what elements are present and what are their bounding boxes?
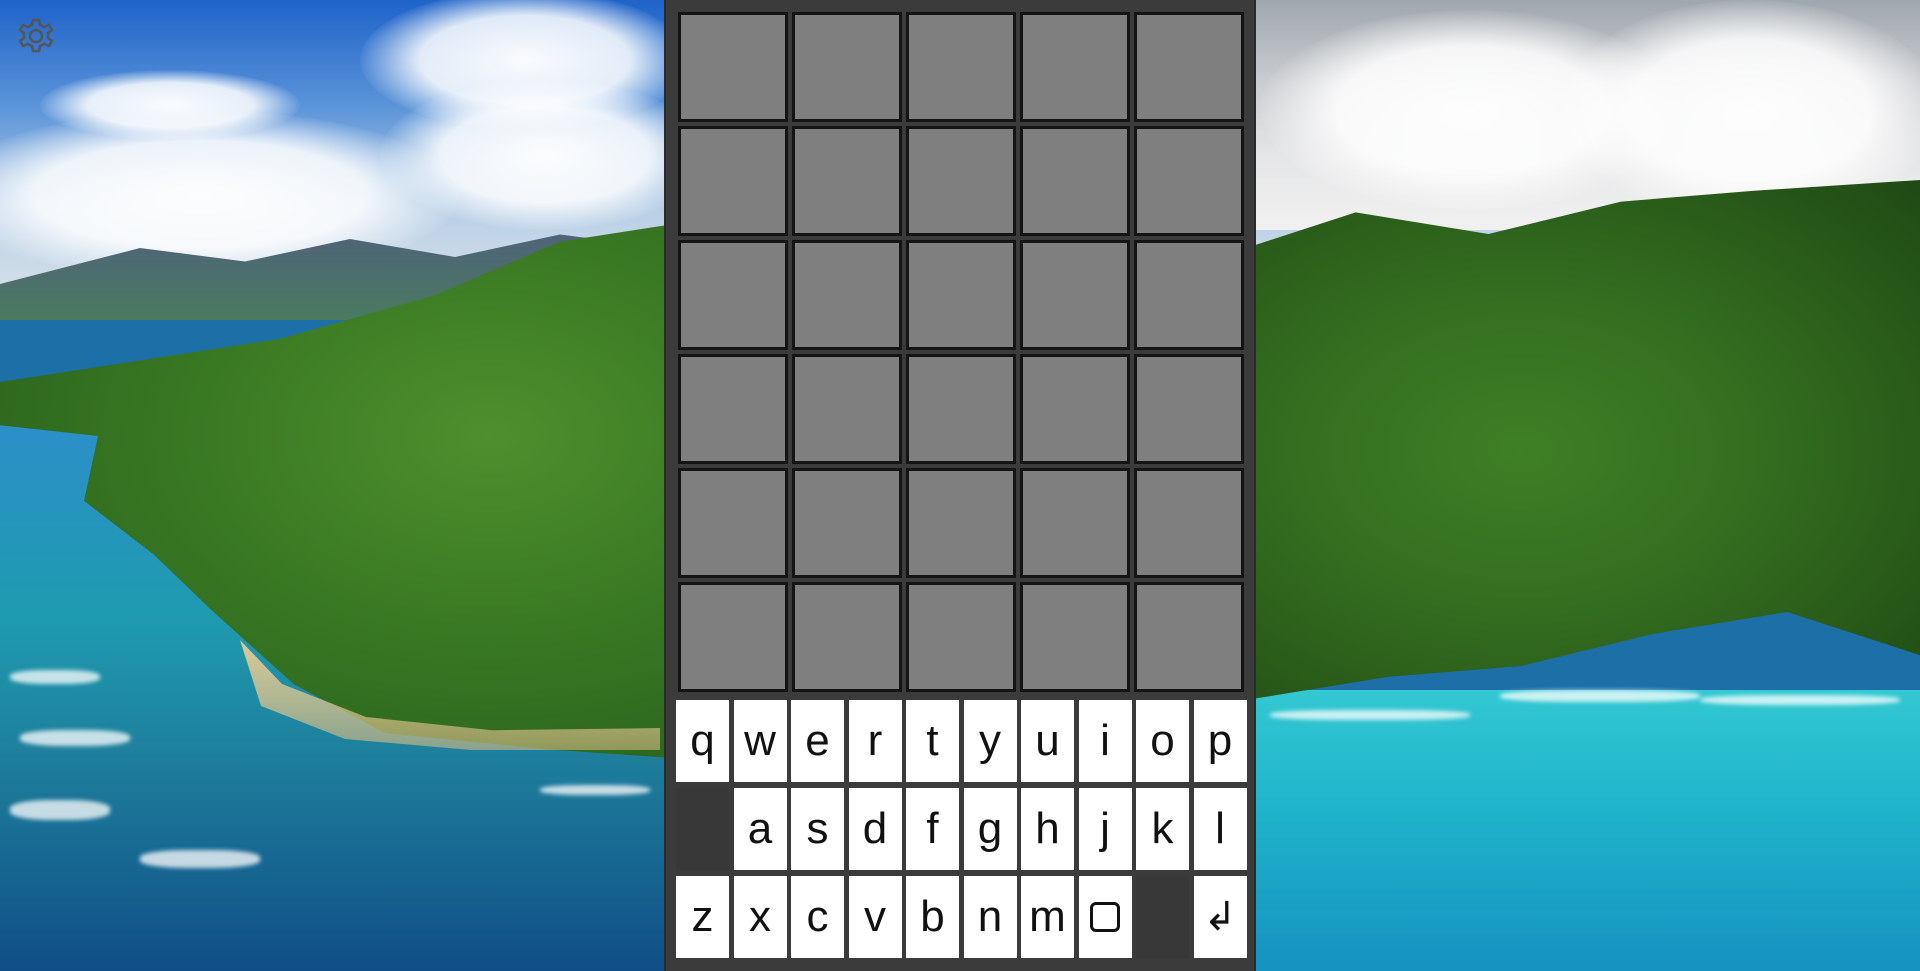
board-row <box>678 354 1250 468</box>
letter-tile <box>678 354 788 464</box>
letter-tile <box>678 468 788 578</box>
mountains-right <box>1256 180 1920 699</box>
guess-board <box>678 12 1250 696</box>
letter-tile <box>906 582 1016 692</box>
key-w[interactable]: w <box>733 700 787 782</box>
key-c[interactable]: c <box>791 876 844 958</box>
letter-tile <box>1020 12 1130 122</box>
keyboard-row: qwertyuiop <box>676 700 1252 788</box>
wave-foam <box>140 850 260 868</box>
letter-tile <box>1134 582 1244 692</box>
key-s[interactable]: s <box>791 788 844 870</box>
game-panel: q w e r t y u i o p a s d f g h j k l z x c v b n m ↲ <box>664 0 1256 971</box>
letter-tile <box>678 240 788 350</box>
wave-foam <box>10 670 100 684</box>
key-i[interactable]: i <box>1078 700 1132 782</box>
letter-tile <box>792 240 902 350</box>
key-u[interactable]: u <box>1021 700 1074 782</box>
backspace-key[interactable] <box>1078 876 1132 958</box>
board-row <box>678 240 1250 354</box>
settings-button[interactable] <box>14 14 58 58</box>
key-d[interactable]: d <box>848 788 902 870</box>
board-row <box>678 12 1250 126</box>
letter-tile <box>678 126 788 236</box>
key-x[interactable]: x <box>733 876 787 958</box>
wave-foam <box>20 730 130 746</box>
enter-key[interactable]: ↲ <box>1193 876 1247 958</box>
letter-tile <box>1134 126 1244 236</box>
key-l[interactable]: l <box>1193 788 1247 870</box>
key-m[interactable]: m <box>1021 876 1074 958</box>
letter-tile <box>906 468 1016 578</box>
board-row <box>678 126 1250 240</box>
key-r[interactable]: r <box>848 700 902 782</box>
ocean-right <box>1256 690 1920 971</box>
keyboard-row: z x c v b n m ↲ <box>676 876 1252 964</box>
letter-tile <box>906 240 1016 350</box>
letter-tile <box>1134 12 1244 122</box>
key-o[interactable]: o <box>1136 700 1189 782</box>
letter-tile <box>1020 240 1130 350</box>
letter-tile <box>1020 468 1130 578</box>
gear-icon <box>18 18 54 53</box>
letter-tile <box>1134 468 1244 578</box>
wave-foam <box>10 800 110 820</box>
key-b[interactable]: b <box>906 876 959 958</box>
key-g[interactable]: g <box>963 788 1017 870</box>
key-y[interactable]: y <box>963 700 1017 782</box>
letter-tile <box>792 354 902 464</box>
enter-icon: ↲ <box>1203 895 1237 939</box>
letter-tile <box>1134 354 1244 464</box>
key-q[interactable]: q <box>676 700 729 782</box>
wave-foam <box>1270 710 1470 720</box>
letter-tile <box>678 12 788 122</box>
key-f[interactable]: f <box>906 788 959 870</box>
keyboard-spacer <box>1136 876 1189 958</box>
key-z[interactable]: z <box>676 876 729 958</box>
key-e[interactable]: e <box>791 700 844 782</box>
keyboard-spacer <box>676 788 729 870</box>
letter-tile <box>1020 126 1130 236</box>
key-t[interactable]: t <box>906 700 959 782</box>
letter-tile <box>1020 582 1130 692</box>
letter-tile <box>792 468 902 578</box>
on-screen-keyboard: q w e r t y u i o p a s d f g h j k l z x c v b n m ↲ <box>676 700 1252 964</box>
board-row <box>678 468 1250 582</box>
letter-tile <box>678 582 788 692</box>
letter-tile <box>906 12 1016 122</box>
letter-tile <box>906 126 1016 236</box>
key-a[interactable]: a <box>733 788 787 870</box>
key-p[interactable]: p <box>1193 700 1247 782</box>
letter-tile <box>792 12 902 122</box>
wave-foam <box>540 785 650 795</box>
key-n[interactable]: n <box>963 876 1017 958</box>
letter-tile <box>1134 240 1244 350</box>
key-h[interactable]: h <box>1021 788 1074 870</box>
wave-foam <box>1500 690 1700 702</box>
letter-tile <box>792 126 902 236</box>
key-k[interactable]: k <box>1136 788 1189 870</box>
letter-tile <box>906 354 1016 464</box>
cloud <box>380 80 710 230</box>
keyboard-row: asdfghjkl <box>676 788 1252 876</box>
key-j[interactable]: j <box>1078 788 1132 870</box>
board-row <box>678 582 1250 696</box>
square-icon <box>1090 902 1120 932</box>
cloud <box>40 70 300 140</box>
wave-foam <box>1700 695 1900 705</box>
key-v[interactable]: v <box>848 876 902 958</box>
letter-tile <box>792 582 902 692</box>
letter-tile <box>1020 354 1130 464</box>
